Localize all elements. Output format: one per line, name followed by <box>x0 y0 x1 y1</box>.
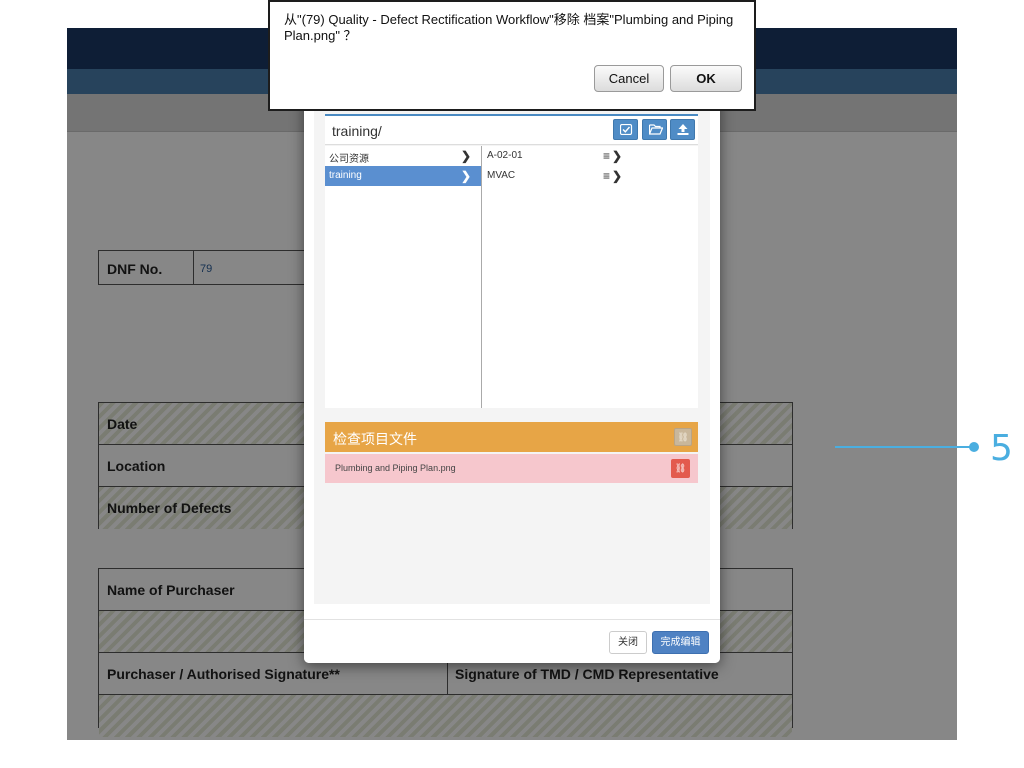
section-title: 检查项目文件 <box>333 431 417 447</box>
path-bar: training/ <box>325 114 698 145</box>
upload-button[interactable] <box>670 119 695 140</box>
chevron-right-icon: ❯ <box>460 169 471 183</box>
chevron-right-icon: ❯ <box>611 169 622 183</box>
chevron-right-icon: ❯ <box>460 149 471 163</box>
modal-body: training/ 公司资源 ❯ training ❯ A-02-01 ≡ ❯ … <box>314 109 710 604</box>
unlink-icon: ⛓ <box>674 463 687 473</box>
list-menu-icon[interactable]: ≡ <box>603 149 610 163</box>
modal-footer: 关闭 完成编辑 <box>304 619 720 663</box>
current-path: training/ <box>332 123 382 139</box>
folder-label: A-02-01 <box>487 150 523 161</box>
attached-file-row: Plumbing and Piping Plan.png ⛓ <box>325 454 698 483</box>
confirm-dialog: 从"(79) Quality - Defect Rectification Wo… <box>268 0 756 111</box>
folder-item-training[interactable]: training ❯ <box>325 166 481 186</box>
folder-open-icon <box>649 124 663 135</box>
folder-item-mvac[interactable]: MVAC ≡ ❯ <box>483 166 698 186</box>
attached-file-name: Plumbing and Piping Plan.png <box>335 463 456 473</box>
inspection-files-header: 检查项目文件 ⛓ <box>325 422 698 452</box>
unlink-all-button[interactable]: ⛓ <box>674 428 692 446</box>
folder-item-company-resources[interactable]: 公司资源 ❯ <box>325 146 481 166</box>
folder-column-2: A-02-01 ≡ ❯ MVAC ≡ ❯ <box>483 146 698 408</box>
folder-label: training <box>329 170 362 181</box>
unlink-icon: ⛓ <box>677 432 689 442</box>
select-button[interactable] <box>613 119 638 140</box>
folder-label: MVAC <box>487 170 516 181</box>
upload-icon <box>677 124 689 135</box>
cancel-button[interactable]: Cancel <box>594 65 664 92</box>
list-menu-icon[interactable]: ≡ <box>603 169 610 183</box>
chevron-right-icon: ❯ <box>611 149 622 163</box>
callout-number: 5 <box>990 428 1013 469</box>
remove-file-button[interactable]: ⛓ <box>671 459 690 478</box>
confirm-message: 从"(79) Quality - Defect Rectification Wo… <box>284 12 734 43</box>
open-folder-button[interactable] <box>642 119 667 140</box>
ok-button[interactable]: OK <box>670 65 742 92</box>
folder-label: 公司资源 <box>329 154 369 165</box>
folder-columns: 公司资源 ❯ training ❯ A-02-01 ≡ ❯ MVAC ≡ ❯ <box>325 146 698 408</box>
callout-dot <box>969 442 979 452</box>
close-button[interactable]: 关闭 <box>609 631 647 654</box>
file-browser-modal: training/ 公司资源 ❯ training ❯ A-02-01 ≡ ❯ … <box>304 95 720 663</box>
folder-column-1: 公司资源 ❯ training ❯ <box>325 146 482 408</box>
callout-line <box>835 446 971 448</box>
checkbox-icon <box>620 124 633 135</box>
finish-editing-button[interactable]: 完成编辑 <box>652 631 709 654</box>
folder-item-a-02-01[interactable]: A-02-01 ≡ ❯ <box>483 146 698 166</box>
